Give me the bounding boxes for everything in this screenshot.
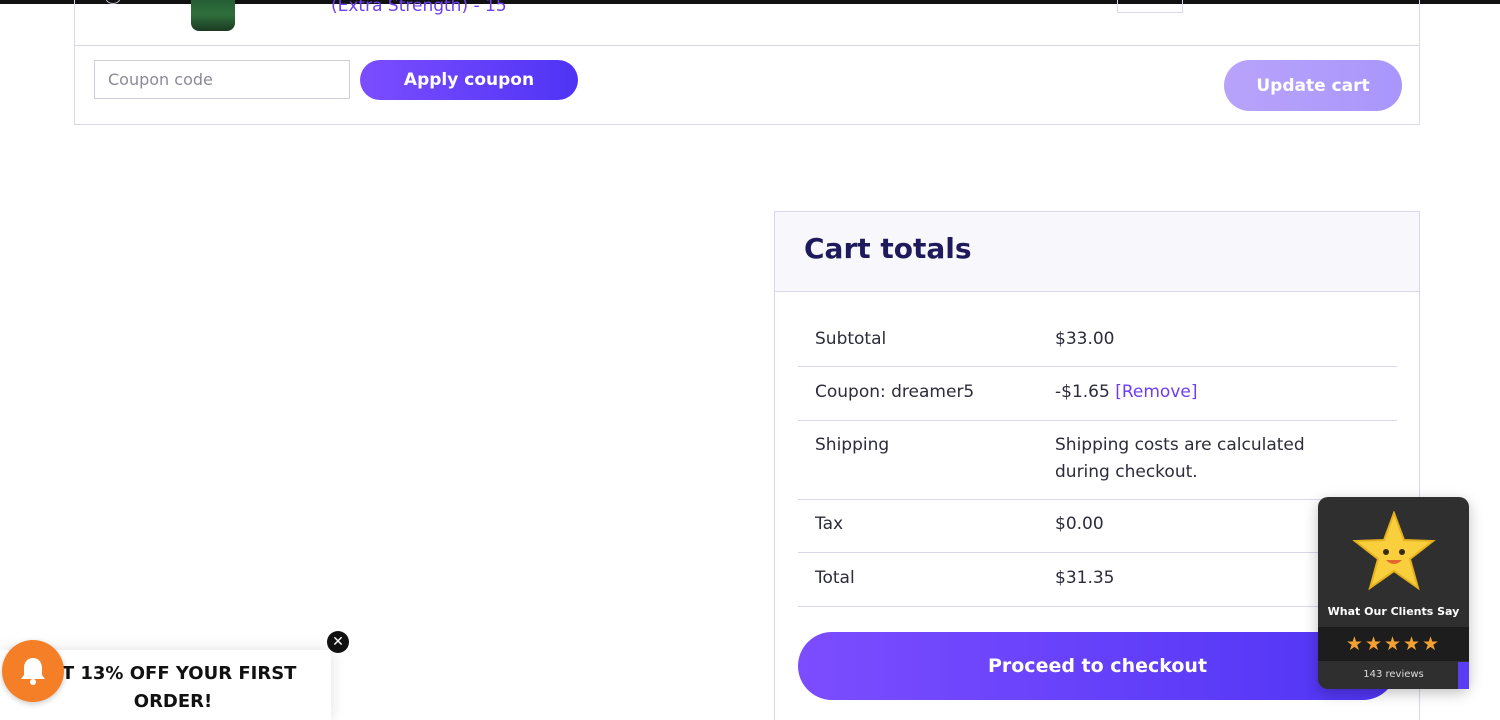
tax-value: $0.00 [1055,514,1104,534]
coupon-code-input[interactable] [94,60,350,99]
coupon-row: Coupon: dreamer5 -$1.65 [Remove] [798,367,1397,421]
side-tab[interactable] [1458,662,1469,689]
product-thumbnail[interactable] [191,0,235,31]
subtotal-label: Subtotal [815,329,887,349]
apply-coupon-button[interactable]: Apply coupon [360,60,578,100]
product-name-link[interactable]: (Extra Strength) - 15 [331,0,507,16]
cart-table: (Extra Strength) - 15 Apply coupon Updat… [74,0,1420,125]
total-label: Total [815,568,855,588]
tax-label: Tax [815,514,844,534]
shipping-label: Shipping [815,435,890,455]
remove-coupon-link[interactable]: [Remove] [1115,382,1197,402]
tax-row: Tax $0.00 [798,500,1397,553]
remove-item-control[interactable] [105,0,121,4]
cart-totals-header: Cart totals [775,212,1419,292]
reviews-widget[interactable]: What Our Clients Say ★★★★★ 143 reviews [1318,497,1469,689]
cart-item-row: (Extra Strength) - 15 [75,0,1419,46]
rating-stars: ★★★★★ [1318,627,1469,661]
quantity-input[interactable] [1117,0,1183,13]
reviews-count: 143 reviews [1363,669,1424,680]
cart-totals-title: Cart totals [804,232,972,265]
update-cart-button[interactable]: Update cart [1224,60,1402,111]
close-icon[interactable]: ✕ [327,631,349,653]
coupon-value-wrap: -$1.65 [Remove] [1055,379,1197,406]
shipping-value: Shipping costs are calculated during che… [1055,435,1305,482]
coupon-discount-value: -$1.65 [1055,382,1110,402]
total-row: Total $31.35 [798,553,1397,607]
coupon-label: Coupon: dreamer5 [815,382,975,402]
shipping-row: Shipping Shipping costs are calculated d… [798,421,1397,500]
proceed-to-checkout-button[interactable]: Proceed to checkout [798,632,1397,700]
notification-bell-button[interactable] [2,640,64,702]
total-value: $31.35 [1055,568,1115,588]
reviews-title: What Our Clients Say [1327,605,1460,618]
bell-icon [21,658,45,685]
subtotal-row: Subtotal $33.00 [798,314,1397,367]
subtotal-value: $33.00 [1055,329,1115,349]
star-mascot-icon [1352,511,1436,591]
